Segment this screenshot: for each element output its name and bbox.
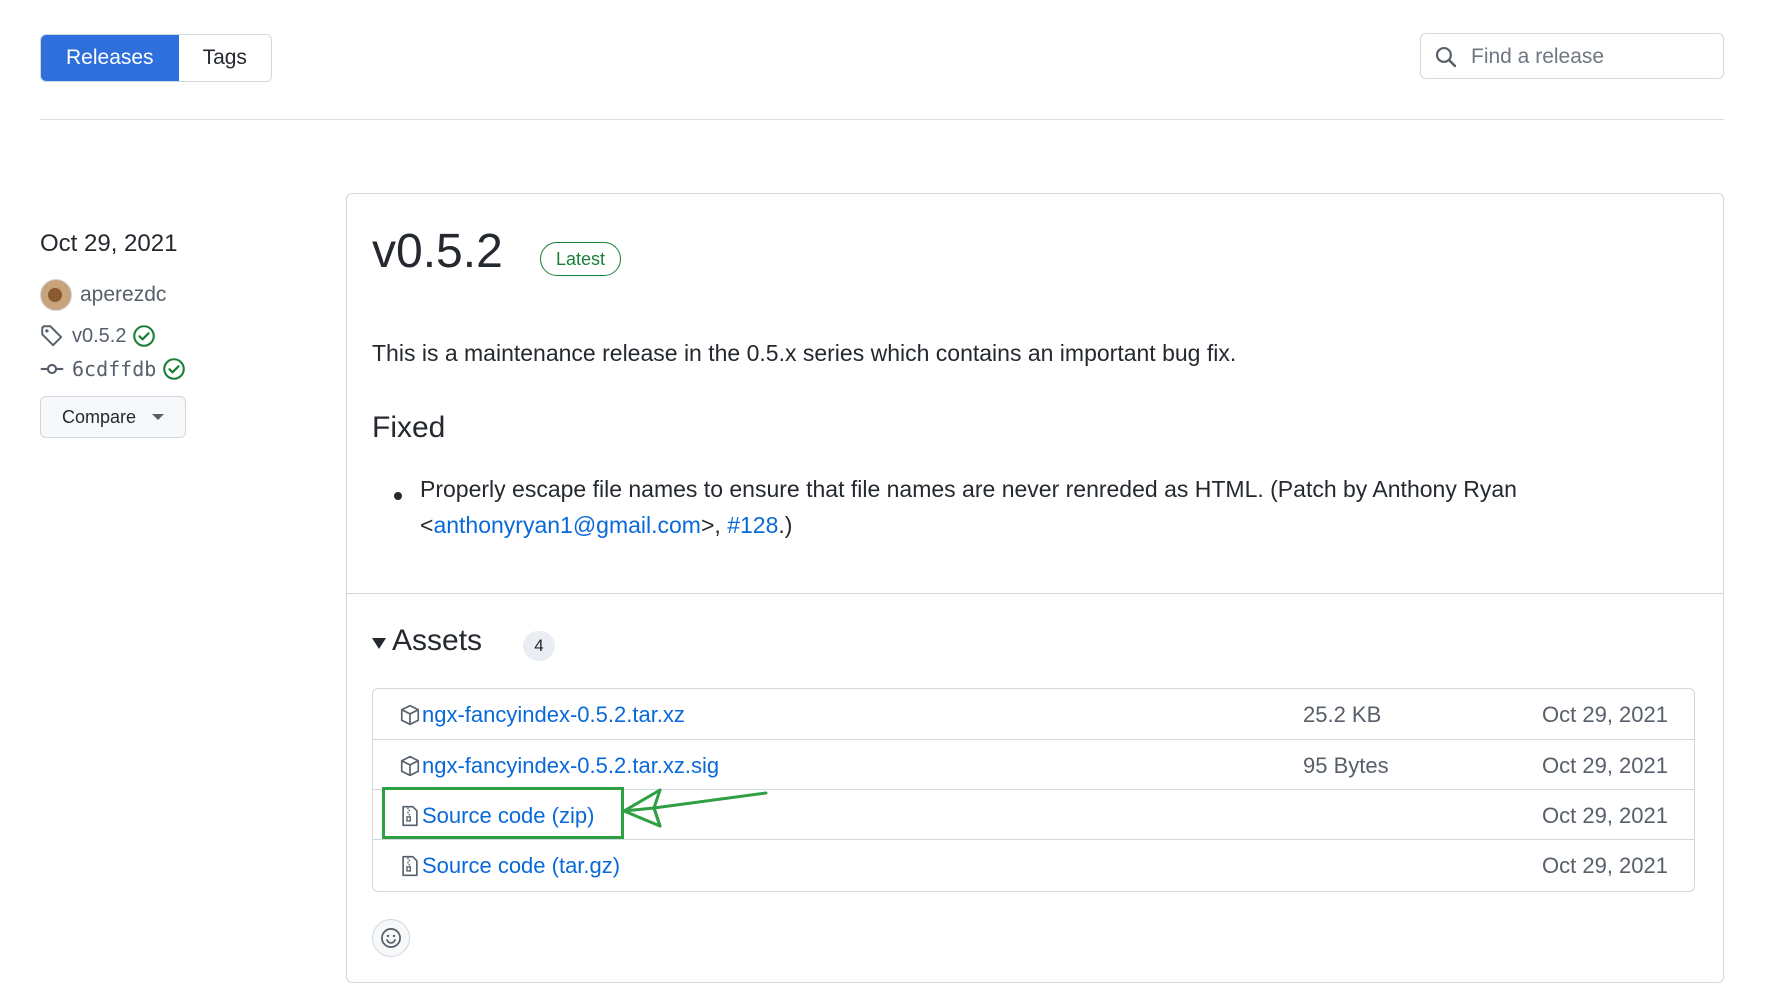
git-commit-icon: [40, 363, 64, 375]
asset-row: ngx-fancyindex-0.5.2.tar.xz 25.2 KB Oct …: [373, 689, 1694, 739]
asset-date: Oct 29, 2021: [1542, 803, 1668, 828]
fixed-heading: Fixed: [372, 411, 446, 444]
caret-down-icon: [152, 414, 165, 420]
annotation-arrow-icon: [622, 788, 768, 828]
release-title[interactable]: v0.5.2: [372, 224, 503, 279]
release-date: Oct 29, 2021: [40, 230, 178, 257]
annotation-highlight-box: [382, 787, 624, 839]
asset-row: ngx-fancyindex-0.5.2.tar.xz.sig 95 Bytes…: [373, 739, 1694, 790]
commit-hash[interactable]: 6cdffdb: [72, 357, 156, 381]
search-input[interactable]: [1469, 34, 1718, 80]
email-link[interactable]: anthonyryan1@gmail.com: [433, 512, 701, 538]
author-name[interactable]: aperezdc: [80, 283, 166, 307]
assets-toggle[interactable]: Assets: [372, 624, 482, 658]
tab-releases[interactable]: Releases: [41, 35, 179, 81]
releases-tags-nav: Releases Tags: [40, 34, 272, 82]
tag-icon: [41, 325, 63, 347]
assets-count-badge: 4: [523, 631, 555, 661]
asset-link[interactable]: Source code (tar.gz): [422, 853, 620, 879]
file-zip-icon: [402, 855, 418, 877]
text: <: [420, 512, 434, 538]
list-bullet: [394, 492, 402, 500]
release-commit[interactable]: 6cdffdb: [40, 357, 186, 381]
search-icon: [1435, 46, 1457, 68]
asset-date: Oct 29, 2021: [1542, 853, 1668, 878]
fix-item-text-cont: <anthonyryan1@gmail.com>, #128.): [420, 512, 792, 539]
issue-link[interactable]: #128: [727, 512, 778, 538]
asset-link[interactable]: ngx-fancyindex-0.5.2.tar.xz.sig: [422, 753, 719, 779]
tab-tags[interactable]: Tags: [178, 35, 271, 81]
avatar[interactable]: [40, 279, 72, 311]
text: .): [778, 512, 793, 538]
release-tag[interactable]: v0.5.2: [40, 324, 156, 348]
card-divider: [347, 593, 1723, 594]
asset-date: Oct 29, 2021: [1542, 702, 1668, 727]
header-divider: [40, 119, 1724, 120]
package-icon: [400, 755, 420, 777]
fix-item-text: Properly escape file names to ensure tha…: [420, 476, 1517, 502]
verified-icon: [163, 358, 186, 380]
verified-icon: [133, 325, 156, 347]
asset-row: Source code (tar.gz) Oct 29, 2021: [373, 839, 1694, 890]
compare-label: Compare: [61, 406, 137, 427]
triangle-down-icon: [372, 637, 386, 649]
latest-badge: Latest: [540, 242, 622, 276]
smiley-icon: [381, 928, 401, 948]
tag-name[interactable]: v0.5.2: [72, 325, 126, 348]
text: >,: [700, 512, 728, 538]
release-description: This is a maintenance release in the 0.5…: [372, 340, 1237, 366]
add-reaction-button[interactable]: [372, 919, 410, 957]
asset-link[interactable]: ngx-fancyindex-0.5.2.tar.xz: [422, 702, 685, 728]
asset-date: Oct 29, 2021: [1542, 753, 1668, 778]
asset-size: 25.2 KB: [1303, 702, 1382, 727]
assets-heading: Assets: [392, 624, 483, 657]
asset-size: 95 Bytes: [1303, 753, 1389, 778]
release-author[interactable]: aperezdc: [40, 279, 166, 311]
package-icon: [400, 704, 420, 726]
release-search[interactable]: [1420, 33, 1724, 80]
compare-button[interactable]: Compare: [40, 396, 186, 438]
